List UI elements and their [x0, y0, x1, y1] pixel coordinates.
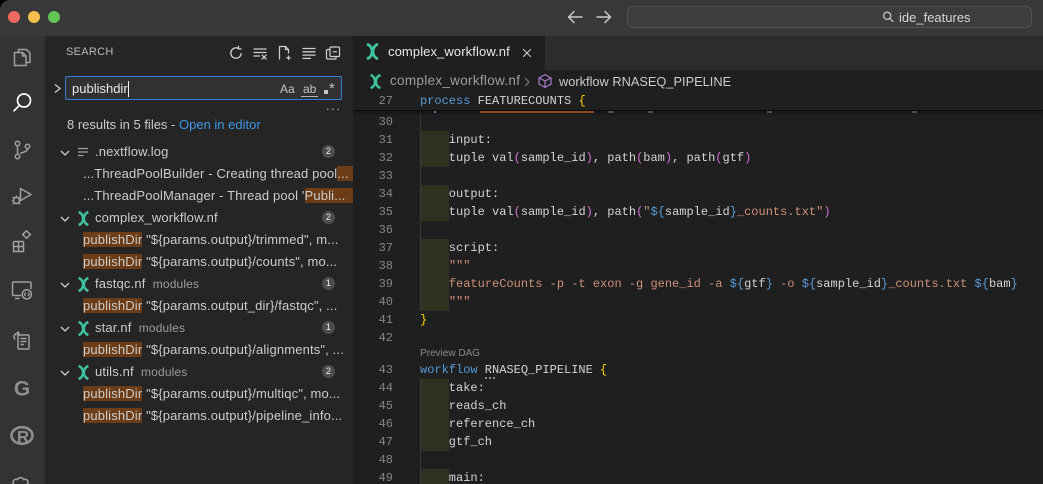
svg-text:G: G	[14, 378, 30, 401]
svg-text:R: R	[17, 427, 29, 446]
